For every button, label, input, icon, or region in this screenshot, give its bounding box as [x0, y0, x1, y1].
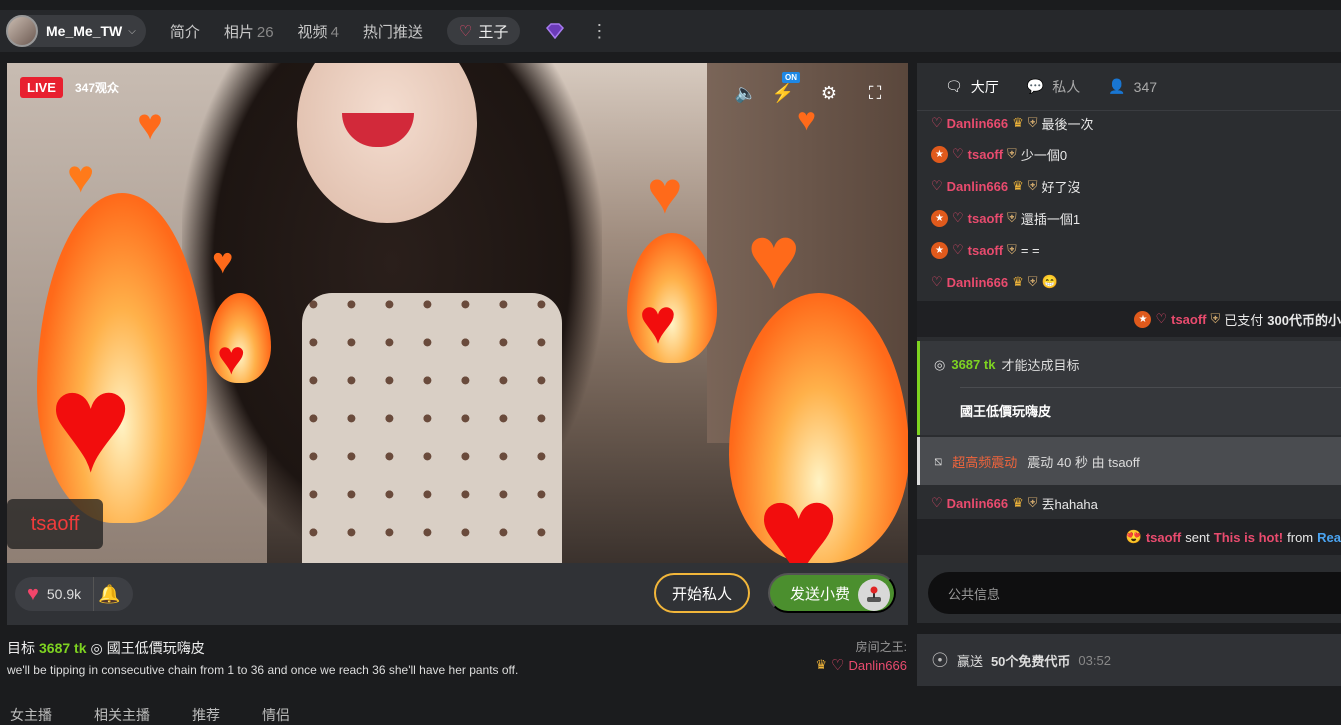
joystick-icon	[858, 579, 890, 611]
goal-target-icon: ◎	[934, 356, 946, 372]
user-icon: 👤	[1108, 78, 1126, 94]
heart-gem-icon: ♡	[458, 23, 473, 40]
heart-gem-icon: ♡	[931, 178, 943, 193]
crown-icon: ♛	[1012, 495, 1024, 510]
chat-message: ♡ Danlin666 ♛ ⛨ 丟hahaha	[931, 495, 1098, 512]
coins-icon: ☉	[931, 649, 949, 672]
heart-gem-icon: ♡	[931, 495, 943, 510]
shield-icon: ⛨	[1007, 242, 1017, 257]
heart-gem-icon: ♡	[952, 242, 964, 257]
model-username: Me_Me_TW	[46, 23, 123, 39]
purple-gem-icon[interactable]	[544, 22, 566, 40]
send-tip-button[interactable]: 发送小费	[768, 573, 896, 613]
profile-nav: 简介 相片 26 视频 4 热门推送 ♡ 王子 ⋮	[170, 17, 608, 45]
nav-intro[interactable]: 简介	[170, 21, 200, 42]
viewer-count: 347观众	[75, 81, 120, 95]
lightning-on-badge: ON	[782, 72, 800, 83]
video-player[interactable]: ♥ ♥ ♥ ♥ ♥ ♥ ♥ ♥ ♥ ♥ LIVE 347观众 🔈 ON ⚡ ⚙ …	[7, 63, 908, 563]
start-private-button[interactable]: 开始私人	[654, 573, 750, 613]
like-button[interactable]: ♥ 50.9k 🔔	[15, 577, 134, 611]
star-icon: ★	[931, 145, 948, 163]
paid-notice: ★ ♡ tsaoff ⛨ 已支付 300代币的小	[917, 304, 1341, 334]
goal-amount: 3687 tk	[39, 640, 87, 656]
star-icon: ★	[1134, 310, 1152, 328]
tab-related-models[interactable]: 相关主播	[94, 705, 150, 725]
settings-gear-icon[interactable]: ⚙	[817, 83, 841, 104]
grin-emoji: 😁	[1041, 274, 1058, 289]
free-tokens-bar[interactable]: ☉ 赢送 50个免费代币 03:52	[917, 634, 1341, 686]
heart-gem-icon: ♡	[931, 115, 943, 130]
live-badge: LIVE	[20, 77, 63, 98]
more-options-icon[interactable]: ⋮	[590, 22, 608, 40]
tipper-name-overlay: tsaoff	[7, 499, 103, 549]
nav-hot-push[interactable]: 热门推送	[363, 21, 423, 42]
nav-videos[interactable]: 视频 4	[298, 21, 339, 42]
fullscreen-icon[interactable]: ⛶	[863, 83, 887, 104]
tab-private[interactable]: 💬 私人	[1027, 77, 1080, 97]
shield-icon: ⛨	[1027, 178, 1038, 193]
video-action-bar: ♥ 50.9k 🔔 开始私人 发送小费	[7, 563, 908, 625]
heart-effect: ♥	[49, 344, 133, 501]
room-king-label: 房间之王:	[855, 640, 907, 654]
crown-icon: ♛	[1012, 178, 1024, 193]
public-message-input[interactable]: 公共信息	[928, 572, 1341, 614]
chat-message: ★ ♡ tsaoff ⛨ 少一個0	[917, 139, 1341, 169]
shield-icon: ⛨	[1210, 311, 1221, 326]
heart-gem-icon: ♡	[952, 210, 964, 225]
nav-photos[interactable]: 相片 26	[224, 21, 274, 42]
goal-notice: ◎ 3687 tk 才能达成目标 國王低價玩嗨皮	[917, 341, 1341, 435]
chat-bubble-icon: 🗨	[945, 78, 963, 94]
heart-icon: ♥	[27, 582, 39, 605]
notification-bell-icon[interactable]: 🔔	[93, 577, 125, 611]
chat-message: ♡ Danlin666 ♛ ⛨ 好了沒	[931, 178, 1081, 195]
heart-gem-icon: ♡	[831, 657, 845, 674]
chat-message: ★ ♡ tsaoff ⛨ = =	[917, 235, 1341, 265]
model-profile-menu[interactable]: Me_Me_TW ⌵	[6, 15, 146, 47]
goal-target-icon: ◎	[90, 639, 103, 656]
shield-icon: ⛨	[1027, 495, 1038, 510]
star-icon: ★	[931, 241, 948, 259]
chat-message: ♡ Danlin666 ♛ ⛨ 😁	[931, 274, 1058, 290]
shield-icon: ⛨	[1007, 210, 1017, 225]
heart-eyes-emoji: 😍	[1125, 529, 1142, 544]
lightning-icon[interactable]: ⚡	[771, 83, 795, 104]
star-icon: ★	[931, 209, 948, 227]
crown-icon: ♛	[1012, 274, 1024, 289]
top-bar: Me_Me_TW ⌵ 简介 相片 26 视频 4 热门推送 ♡ 王子 ⋮	[0, 10, 1341, 52]
avatar	[6, 15, 38, 47]
shield-icon: ⛨	[1027, 115, 1038, 130]
chat-message: ★ ♡ tsaoff ⛨ 還插一個1	[917, 203, 1341, 233]
tab-lobby[interactable]: 🗨 大厅	[945, 77, 999, 97]
chevron-down-icon: ⌵	[128, 25, 136, 37]
tab-recommended[interactable]: 推荐	[192, 705, 220, 725]
goal-line: 目标 3687 tk ◎ 國王低價玩嗨皮	[7, 639, 205, 657]
goal-description: we'll be tipping in consecutive chain fr…	[7, 663, 519, 677]
tab-users[interactable]: 👤 347	[1108, 78, 1157, 95]
chat-panel: 🗨 大厅 💬 私人 👤 347 ♡ Danlin666 ♛ ⛨ 最後一次 ★ ♡ tsaoff ⛨ 少…	[917, 63, 1341, 623]
shield-icon: ⛨	[1027, 274, 1038, 289]
vibration-icon: ⧅	[934, 453, 943, 468]
tab-couples[interactable]: 情侣	[262, 705, 290, 725]
prince-badge-button[interactable]: ♡ 王子	[446, 17, 521, 45]
like-count: 50.9k	[46, 586, 82, 602]
private-chat-icon: 💬	[1026, 78, 1045, 94]
heart-gem-icon: ♡	[1155, 311, 1168, 326]
bottom-tabs: 女主播 相关主播 推荐 情侣	[10, 705, 290, 725]
heart-gem-icon: ♡	[931, 274, 943, 289]
chat-tabs: 🗨 大厅 💬 私人 👤 347	[917, 63, 1341, 111]
gift-notice: 😍 tsaoff sent This is hot! from Rea	[1125, 529, 1341, 545]
shield-icon: ⛨	[1007, 146, 1017, 161]
vibration-notice: ⧅ 超高频震动 震动 40 秒 由 tsaoff	[917, 437, 1341, 485]
heart-gem-icon: ♡	[952, 146, 964, 161]
volume-icon[interactable]: 🔈	[734, 83, 758, 104]
room-king[interactable]: ♛ ♡ Danlin666	[815, 656, 907, 674]
crown-icon: ♛	[815, 657, 827, 672]
crown-icon: ♛	[1012, 115, 1024, 130]
goal-title: 國王低價玩嗨皮	[106, 640, 205, 656]
chat-message: ♡ Danlin666 ♛ ⛨ 最後一次	[931, 115, 1094, 132]
tab-female-models[interactable]: 女主播	[10, 705, 52, 725]
